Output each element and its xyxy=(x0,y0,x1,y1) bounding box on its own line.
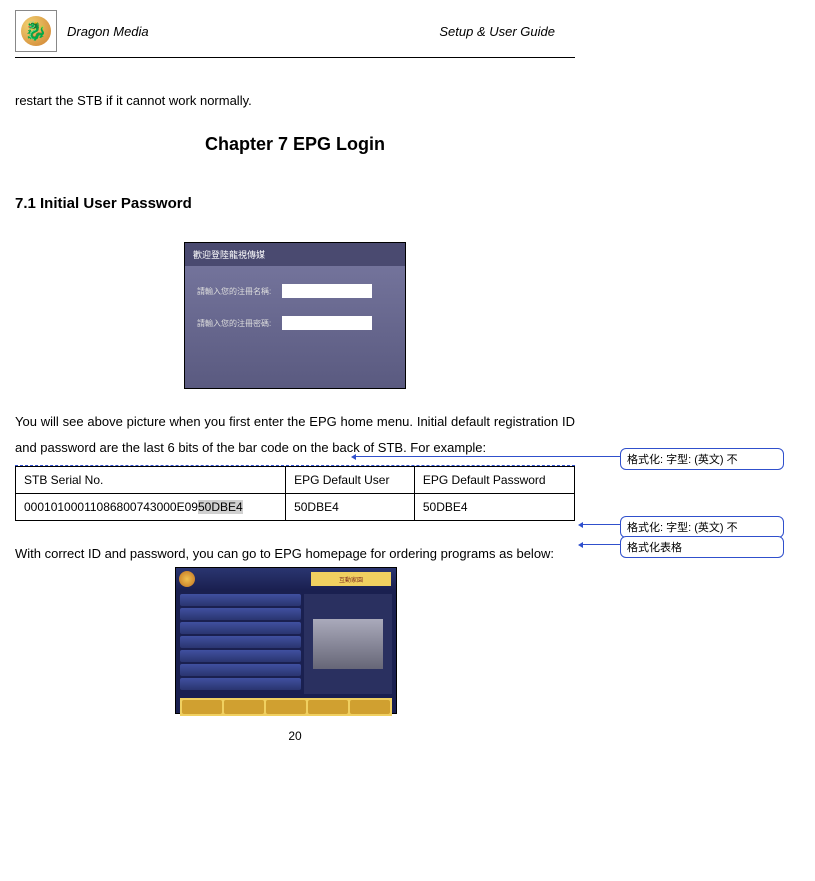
epg-bottom-bar xyxy=(180,698,392,716)
login-username-input xyxy=(282,284,372,298)
dragon-icon: 🐉 xyxy=(21,16,51,46)
epg-nav-button xyxy=(350,700,390,714)
list-item xyxy=(180,594,301,606)
td-serial: 00010100011086800743000E0950DBE4 xyxy=(16,494,286,521)
list-item xyxy=(180,608,301,620)
list-item xyxy=(180,678,301,690)
login-figure: 歡迎登陸龍視傳媒 請輸入您的注冊名稱: 請輸入您的注冊密碼: xyxy=(15,242,575,389)
annotation-arrow xyxy=(582,524,620,525)
epg-nav-button xyxy=(182,700,222,714)
section-title: 7.1 Initial User Password xyxy=(15,195,575,212)
chapter-title: Chapter 7 EPG Login xyxy=(15,134,575,155)
brand-logo: 🐉 xyxy=(15,10,57,52)
credentials-table: STB Serial No. EPG Default User EPG Defa… xyxy=(15,466,575,521)
epg-top-bar: 互動家園 xyxy=(176,568,396,590)
intro-text: restart the STB if it cannot work normal… xyxy=(15,88,575,114)
login-window-title: 歡迎登陸龍視傳媒 xyxy=(185,243,405,266)
login-username-label: 請輸入您的注冊名稱: xyxy=(197,286,282,297)
th-serial: STB Serial No. xyxy=(16,467,286,494)
th-password: EPG Default Password xyxy=(414,467,574,494)
epg-body xyxy=(176,590,396,698)
serial-prefix: 00010100011086800743000E09 xyxy=(24,500,198,514)
login-screenshot: 歡迎登陸龍視傳媒 請輸入您的注冊名稱: 請輸入您的注冊密碼: xyxy=(184,242,406,389)
epg-preview xyxy=(304,594,392,694)
epg-banner: 互動家園 xyxy=(311,572,391,586)
table-row: 00010100011086800743000E0950DBE4 50DBE4 … xyxy=(16,494,575,521)
page-header: 🐉 Dragon Media Setup & User Guide xyxy=(15,10,575,58)
list-item xyxy=(180,664,301,676)
list-item xyxy=(180,650,301,662)
serial-highlight: 50DBE4 xyxy=(198,500,243,514)
annotation-arrow xyxy=(582,544,620,545)
annotation-callout: 格式化: 字型: (英文) 不 xyxy=(620,448,784,470)
td-password: 50DBE4 xyxy=(414,494,574,521)
td-user: 50DBE4 xyxy=(286,494,415,521)
epg-screenshot: 互動家園 xyxy=(175,567,397,714)
epg-nav-button xyxy=(266,700,306,714)
brand-name: Dragon Media xyxy=(67,24,439,39)
annotation-arrow xyxy=(355,456,620,457)
epg-nav-button xyxy=(308,700,348,714)
epg-figure: 互動家園 xyxy=(15,567,575,719)
epg-nav-button xyxy=(224,700,264,714)
epg-logo-icon xyxy=(179,571,195,587)
annotation-callout: 格式化表格 xyxy=(620,536,784,558)
paragraph-2: With correct ID and password, you can go… xyxy=(15,541,575,567)
login-password-label: 請輸入您的注冊密碼: xyxy=(197,318,282,329)
th-user: EPG Default User xyxy=(286,467,415,494)
paragraph-1: You will see above picture when you firs… xyxy=(15,409,575,466)
doc-title: Setup & User Guide xyxy=(439,24,555,39)
table-header-row: STB Serial No. EPG Default User EPG Defa… xyxy=(16,467,575,494)
epg-thumbnail xyxy=(313,619,383,669)
list-item xyxy=(180,636,301,648)
login-password-input xyxy=(282,316,372,330)
login-password-row: 請輸入您的注冊密碼: xyxy=(197,316,393,330)
list-item xyxy=(180,622,301,634)
annotation-callout: 格式化: 字型: (英文) 不 xyxy=(620,516,784,538)
login-username-row: 請輸入您的注冊名稱: xyxy=(197,284,393,298)
epg-menu-list xyxy=(180,594,301,694)
page-number: 20 xyxy=(15,729,575,743)
